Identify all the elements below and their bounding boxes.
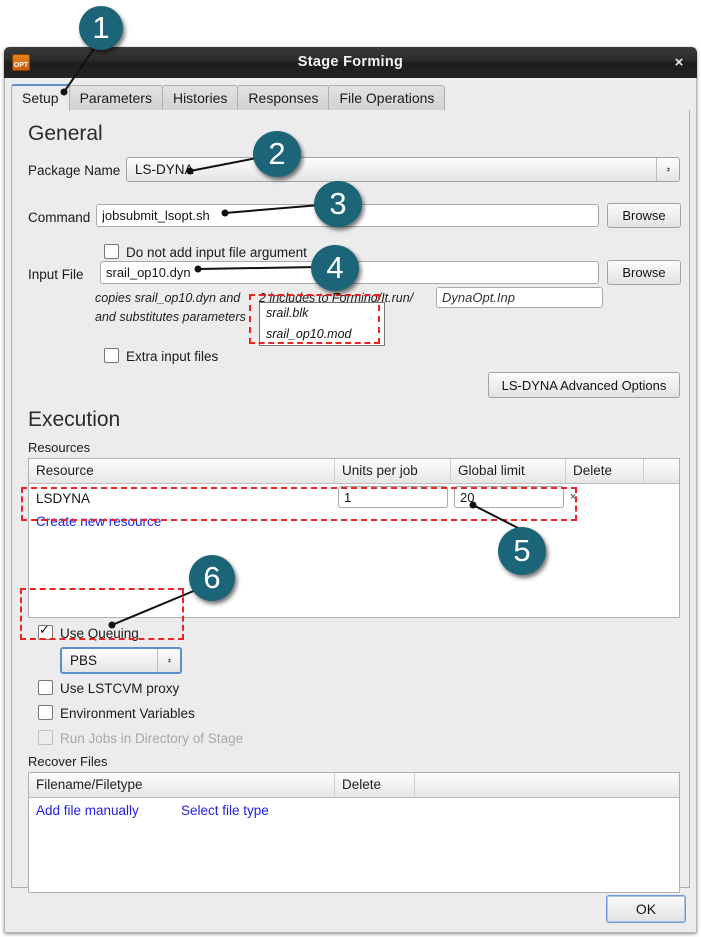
col-resource: Resource	[29, 459, 335, 483]
annotation-badge-1: 1	[79, 6, 123, 50]
run-jobs-label: Run Jobs in Directory of Stage	[60, 731, 244, 746]
no-input-arg-row[interactable]: Do not add input file argument	[104, 244, 307, 260]
copies-note-line2: and substitutes parameters	[95, 310, 246, 324]
chevron-updown-glyph-queue	[167, 658, 171, 663]
chevron-updown-icon	[656, 158, 679, 181]
queue-system-value: PBS	[70, 653, 98, 668]
recover-files-heading: Recover Files	[28, 754, 108, 769]
run-jobs-row: Run Jobs in Directory of Stage	[38, 730, 243, 746]
resource-row-name: LSDYNA	[36, 491, 91, 506]
tab-file-operations-label: File Operations	[339, 90, 435, 106]
tab-responses-label: Responses	[248, 90, 319, 106]
col-filename-filetype: Filename/Filetype	[29, 773, 335, 797]
chevron-updown-icon-queue	[157, 649, 180, 672]
window-title: Stage Forming	[297, 54, 404, 70]
includes-popup[interactable]: srail.blk srail_op10.mod	[259, 302, 385, 346]
env-vars-checkbox[interactable]	[38, 705, 53, 720]
annotation-badge-3: 3	[314, 181, 362, 227]
chevron-updown-glyph	[666, 167, 670, 172]
use-lstcvm-checkbox[interactable]	[38, 680, 53, 695]
use-lstcvm-label: Use LSTCVM proxy	[60, 681, 180, 696]
col-units-per-job: Units per job	[335, 459, 451, 483]
package-name-select[interactable]: LS-DYNA	[126, 157, 680, 182]
col-delete: Delete	[566, 459, 644, 483]
recover-files-table: Filename/Filetype Delete Add file manual…	[28, 772, 680, 893]
no-input-arg-checkbox[interactable]	[104, 244, 119, 259]
command-label: Command	[28, 210, 91, 225]
col-global-limit: Global limit	[451, 459, 566, 483]
tab-strip: Setup Parameters Histories Responses Fil…	[11, 83, 690, 111]
output-name-input[interactable]	[436, 287, 603, 308]
tab-setup[interactable]: Setup	[11, 84, 70, 111]
tab-setup-label: Setup	[22, 90, 59, 106]
create-new-resource-link[interactable]: Create new resource	[36, 514, 161, 529]
resource-row-delete-icon[interactable]: ×	[570, 491, 576, 503]
copies-note-line1-pre: copies srail_op10.dyn and	[95, 291, 241, 305]
col-recover-delete: Delete	[335, 773, 415, 797]
global-limit-input[interactable]	[454, 486, 564, 508]
add-file-manually-link[interactable]: Add file manually	[36, 803, 139, 818]
recover-table-header: Filename/Filetype Delete	[29, 773, 679, 798]
resources-table: Resource Units per job Global limit Dele…	[28, 458, 680, 618]
tab-file-operations[interactable]: File Operations	[328, 85, 446, 111]
includes-popup-item-0[interactable]: srail.blk	[260, 303, 384, 324]
package-name-value: LS-DYNA	[135, 162, 194, 177]
annotation-badge-5: 5	[498, 527, 546, 575]
resources-table-header: Resource Units per job Global limit Dele…	[29, 459, 679, 484]
lsdyna-advanced-options-button[interactable]: LS-DYNA Advanced Options	[488, 372, 680, 398]
general-heading: General	[28, 122, 103, 145]
extra-input-files-row[interactable]: Extra input files	[104, 348, 218, 364]
use-queuing-checkbox[interactable]	[38, 622, 53, 640]
env-vars-label: Environment Variables	[60, 706, 195, 721]
use-lstcvm-row[interactable]: Use LSTCVM proxy	[38, 680, 179, 696]
no-input-arg-label: Do not add input file argument	[126, 245, 307, 260]
use-queuing-row[interactable]: Use Queuing	[38, 622, 139, 641]
run-jobs-checkbox	[38, 730, 53, 745]
tab-parameters-label: Parameters	[79, 90, 152, 106]
screenshot-root: OPT Stage Forming × Setup Parameters His…	[0, 0, 701, 937]
use-queuing-label: Use Queuing	[60, 626, 139, 641]
extra-input-files-checkbox[interactable]	[104, 348, 119, 363]
annotation-badge-4: 4	[311, 245, 359, 291]
tab-responses[interactable]: Responses	[237, 85, 330, 111]
input-file-browse-button[interactable]: Browse	[607, 260, 681, 285]
execution-heading: Execution	[28, 408, 121, 431]
annotation-badge-2: 2	[253, 131, 301, 177]
resources-label: Resources	[28, 440, 91, 455]
queue-system-select[interactable]: PBS	[60, 647, 182, 674]
units-per-job-input[interactable]	[338, 486, 448, 508]
includes-popup-item-1[interactable]: srail_op10.mod	[260, 324, 384, 345]
annotation-badge-6: 6	[189, 555, 235, 601]
close-icon[interactable]: ×	[671, 47, 687, 78]
command-browse-button[interactable]: Browse	[607, 203, 681, 228]
tab-parameters[interactable]: Parameters	[68, 85, 163, 111]
package-name-label: Package Name	[28, 163, 121, 178]
tab-histories-label: Histories	[172, 90, 228, 106]
extra-input-files-label: Extra input files	[126, 349, 219, 364]
input-file-label: Input File	[28, 267, 84, 282]
ok-button[interactable]: OK	[606, 895, 686, 923]
setup-panel: General Package Name LS-DYNA Command Bro…	[11, 110, 690, 893]
tab-histories[interactable]: Histories	[161, 85, 239, 111]
select-file-type-link[interactable]: Select file type	[181, 803, 269, 818]
title-bar: OPT Stage Forming ×	[4, 47, 697, 78]
stage-forming-window: OPT Stage Forming × Setup Parameters His…	[4, 47, 697, 933]
env-vars-row[interactable]: Environment Variables	[38, 705, 195, 721]
